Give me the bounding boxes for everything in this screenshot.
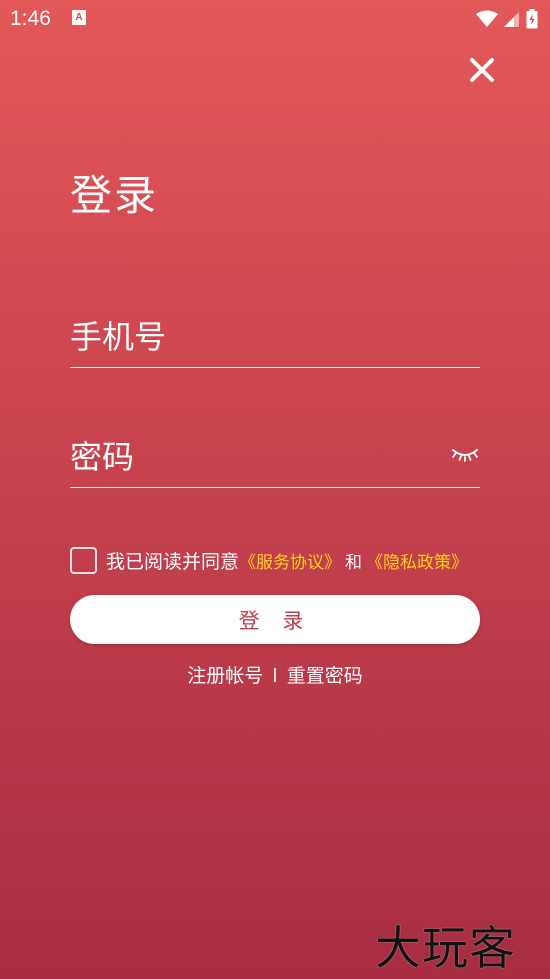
register-link[interactable]: 注册帐号 [187,661,263,688]
wifi-icon [476,10,498,27]
battery-icon [526,9,538,29]
agreement-checkbox[interactable] [70,546,97,574]
signal-icon [504,12,519,27]
notification-app-icon: A [72,10,86,25]
reset-password-link[interactable]: 重置密码 [287,661,363,688]
phone-field [70,308,480,368]
privacy-policy-link[interactable]: 《隐私政策》 [366,548,468,573]
status-icons [476,9,538,29]
eye-closed-icon [452,449,478,462]
status-time: 1:46 [10,7,51,30]
watermark-logo: 大玩客 [375,921,516,975]
link-divider [274,667,276,682]
status-bar: 1:46 A [0,0,550,38]
phone-input[interactable] [70,308,430,366]
bottom-links: 注册帐号 重置密码 [0,661,550,688]
password-input[interactable] [70,428,430,486]
login-button[interactable]: 登 录 [70,595,480,644]
close-icon [470,58,494,82]
agreement-text: 我已阅读并同意 [106,550,240,573]
agreement-and-text: 和 [345,552,363,573]
service-agreement-link[interactable]: 《服务协议》 [239,548,341,573]
close-button[interactable] [462,50,502,90]
agreement-row: 我已阅读并同意 《服务协议》 和 《隐私政策》 [70,545,468,575]
password-field [70,428,480,488]
password-visibility-toggle[interactable] [450,442,480,466]
page-title: 登录 [70,171,159,220]
